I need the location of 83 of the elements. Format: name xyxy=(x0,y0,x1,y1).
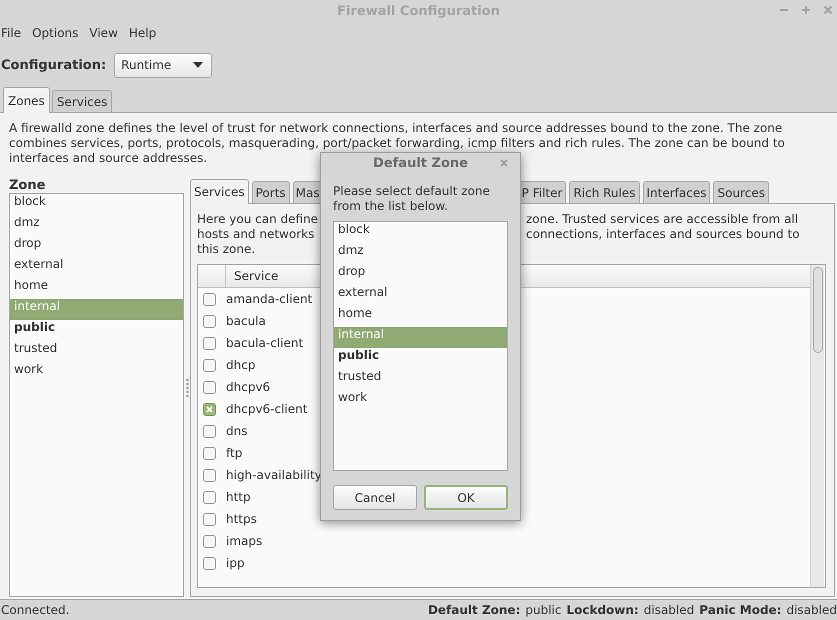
tab[interactable]: Sources xyxy=(713,181,769,203)
checkbox[interactable] xyxy=(203,512,216,526)
services-description: zone. Trusted services are accessible from all xyxy=(526,212,798,227)
zone-list-item[interactable]: dmz xyxy=(10,215,183,236)
scrollbar[interactable] xyxy=(810,265,824,587)
zone-list-item[interactable]: external xyxy=(10,257,183,278)
services-description: this zone. xyxy=(197,242,256,257)
dialog-button[interactable]: OK xyxy=(424,485,508,510)
close-icon[interactable] xyxy=(823,5,833,15)
zone-list-item[interactable]: drop xyxy=(10,236,183,257)
checkbox[interactable] xyxy=(203,314,216,328)
checkbox[interactable] xyxy=(203,402,216,416)
status-label: Panic Mode: xyxy=(699,603,782,617)
zone-list-item[interactable]: home xyxy=(334,306,507,327)
services-description: hosts and networks xyxy=(197,227,314,242)
checkbox[interactable] xyxy=(203,336,216,350)
configuration-dropdown[interactable]: Runtime xyxy=(114,52,212,78)
zone-list-item[interactable]: dmz xyxy=(334,243,507,264)
configuration-label: Configuration: xyxy=(1,58,106,72)
zone-list-item[interactable]: drop xyxy=(334,264,507,285)
zone-list-item[interactable]: block xyxy=(10,194,183,215)
service-name: ipp xyxy=(226,556,245,570)
zones-description: combines services, ports, protocols, masquerading, port/packet forwarding, icmp filters and rich rules. The zone can be bound to xyxy=(9,136,785,151)
checkbox[interactable] xyxy=(203,292,216,306)
menu-item[interactable]: Options xyxy=(32,26,78,40)
services-description: connections, interfaces and sources bound to xyxy=(526,227,800,242)
service-name: http xyxy=(226,490,251,504)
tab[interactable]: Zones xyxy=(3,87,50,113)
checkbox[interactable] xyxy=(203,534,216,548)
menu-item[interactable]: View xyxy=(89,26,118,40)
close-icon[interactable] xyxy=(500,159,508,167)
checkbox[interactable] xyxy=(203,424,216,438)
checkbox[interactable] xyxy=(203,380,216,394)
service-name: imaps xyxy=(226,534,262,548)
zone-list-item[interactable]: trusted xyxy=(10,341,183,362)
service-name: dns xyxy=(226,424,248,438)
checkbox[interactable] xyxy=(203,358,216,372)
service-name: https xyxy=(226,512,257,526)
service-name: dhcpv6 xyxy=(226,380,270,394)
zone-list-item[interactable]: home xyxy=(10,278,183,299)
zone-list-item[interactable]: external xyxy=(334,285,507,306)
checkbox[interactable] xyxy=(203,468,216,482)
service-name: bacula xyxy=(226,314,266,328)
service-name: bacula-client xyxy=(226,336,304,350)
status-value: public xyxy=(525,603,562,617)
cross-icon xyxy=(206,406,213,412)
services-description: Here you can define xyxy=(197,212,318,227)
tab[interactable]: Services xyxy=(190,179,249,204)
checkbox[interactable] xyxy=(203,490,216,504)
status-label: Lockdown: xyxy=(566,603,639,617)
tab[interactable]: Services xyxy=(52,90,112,112)
dialog-button[interactable]: Cancel xyxy=(333,485,417,510)
checkbox[interactable] xyxy=(203,446,216,460)
caret-icon xyxy=(193,62,204,68)
dialog-message: Please select default zone from the list below. xyxy=(333,184,491,214)
status-text: Connected. xyxy=(1,603,70,617)
zone-list-item[interactable]: trusted xyxy=(334,369,507,390)
zone-list-item[interactable]: public xyxy=(334,348,507,369)
tab[interactable]: Rich Rules xyxy=(569,181,640,203)
menu-item[interactable]: File xyxy=(1,26,22,40)
service-name: dhcpv6-client xyxy=(226,402,308,416)
zone-list-item[interactable]: public xyxy=(10,320,183,341)
zone-label: Zone xyxy=(9,178,46,193)
zones-description: interfaces and source addresses. xyxy=(9,151,208,166)
zone-list-item[interactable]: block xyxy=(334,222,507,243)
status-value: disabled xyxy=(786,603,837,617)
service-name: amanda-client xyxy=(226,292,312,306)
service-name: high-availability xyxy=(226,468,322,482)
menu-item[interactable]: Help xyxy=(128,26,156,40)
service-name: ftp xyxy=(226,446,242,460)
status-label: Default Zone: xyxy=(428,603,520,617)
dialog-title: Default Zone xyxy=(373,156,468,170)
tab[interactable]: Ports xyxy=(252,181,290,203)
checkbox[interactable] xyxy=(203,556,216,570)
status-value: disabled xyxy=(644,603,694,617)
tab[interactable]: Interfaces xyxy=(642,181,710,203)
zones-description: A firewalld zone defines the level of trust for network connections, interfaces and source addresses bound to the zone. The zone xyxy=(9,121,782,136)
zone-list-item[interactable]: work xyxy=(10,362,183,383)
service-name: dhcp xyxy=(226,358,256,372)
maximize-icon[interactable] xyxy=(801,5,811,15)
zone-list-item[interactable]: work xyxy=(334,390,507,411)
column-header[interactable]: Service xyxy=(226,265,278,287)
splitter-handle[interactable] xyxy=(186,378,188,398)
